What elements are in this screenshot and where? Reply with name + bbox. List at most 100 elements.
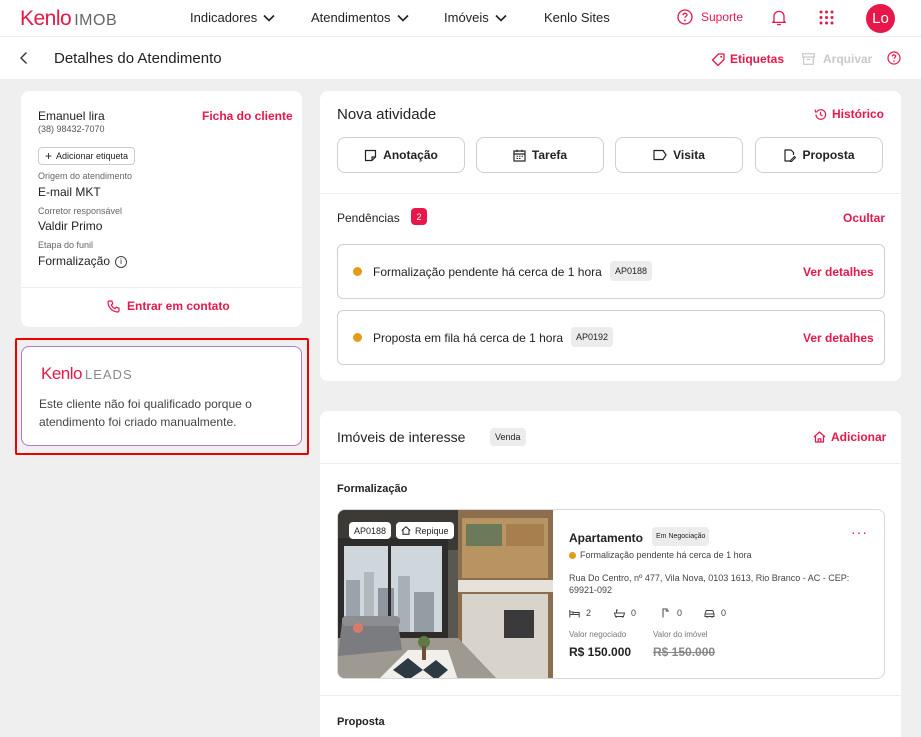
chevron-down-icon bbox=[396, 14, 409, 22]
archive-button[interactable]: Arquivar bbox=[802, 52, 872, 66]
note-icon bbox=[365, 149, 377, 161]
negotiated-value-label: Valor negociado bbox=[569, 630, 627, 639]
note-button[interactable]: Anotação bbox=[337, 137, 465, 173]
contact-button[interactable]: Entrar em contato bbox=[107, 299, 230, 313]
top-bar: Kenlo IMOB Indicadores Atendimentos Imóv… bbox=[0, 0, 921, 36]
property-type: Apartamento bbox=[569, 531, 644, 545]
history-icon bbox=[814, 108, 827, 120]
document-edit-icon bbox=[784, 148, 797, 162]
pendency-item: Formalização pendente há cerca de 1 hora… bbox=[337, 244, 885, 299]
add-label: Adicionar bbox=[831, 430, 887, 444]
apps-grid-icon[interactable] bbox=[819, 10, 834, 25]
stage-row: Formalização i bbox=[38, 254, 128, 268]
plus-icon: + bbox=[45, 149, 53, 163]
nav-indicadores[interactable]: Indicadores bbox=[190, 10, 276, 25]
home-icon bbox=[813, 431, 826, 443]
support-link[interactable]: Suporte bbox=[677, 9, 743, 25]
warning-dot-icon bbox=[353, 333, 362, 342]
formalization-section-label: Formalização bbox=[337, 483, 408, 495]
visit-label: Visita bbox=[673, 148, 705, 162]
logo-brand: Kenlo bbox=[20, 7, 72, 30]
divider bbox=[320, 193, 901, 194]
parking-count: 0 bbox=[721, 608, 727, 618]
nav-kenlo-sites-label: Kenlo Sites bbox=[544, 10, 610, 25]
home-icon bbox=[401, 526, 411, 535]
hide-pendencies-link[interactable]: Ocultar bbox=[843, 211, 885, 225]
leads-message: Este cliente não foi qualificado porque … bbox=[39, 397, 252, 429]
property-card[interactable]: AP0188 Repique Apartamento Em Negociação… bbox=[337, 509, 885, 679]
note-label: Anotação bbox=[383, 148, 438, 162]
bell-icon[interactable] bbox=[771, 9, 787, 26]
nav-atendimentos[interactable]: Atendimentos bbox=[311, 10, 410, 25]
back-arrow-icon[interactable] bbox=[19, 51, 29, 65]
broker-value: Valdir Primo bbox=[38, 219, 103, 233]
property-status: Formalização pendente há cerca de 1 hora bbox=[569, 550, 752, 560]
nav-kenlo-sites[interactable]: Kenlo Sites bbox=[544, 10, 610, 25]
contact-label: Entrar em contato bbox=[127, 299, 230, 313]
origin-value: E-mail MKT bbox=[38, 185, 101, 199]
warning-dot-icon bbox=[569, 551, 576, 559]
archive-icon bbox=[802, 53, 815, 65]
suites-count: 0 bbox=[677, 608, 683, 618]
divider bbox=[320, 695, 901, 696]
tags-button[interactable]: Etiquetas bbox=[712, 52, 784, 66]
nav-atendimentos-label: Atendimentos bbox=[311, 10, 391, 25]
client-sheet-link[interactable]: Ficha do cliente bbox=[202, 109, 293, 123]
nav-imoveis[interactable]: Imóveis bbox=[444, 10, 508, 25]
property-address: Rua Do Centro, nº 477, Vila Nova, 0103 1… bbox=[569, 573, 850, 595]
repique-label: Repique bbox=[415, 525, 449, 536]
warning-dot-icon bbox=[353, 267, 362, 276]
property-code-badge: AP0188 bbox=[610, 261, 653, 281]
stage-label: Etapa do funil bbox=[38, 240, 94, 250]
client-name: Emanuel lira bbox=[38, 109, 105, 123]
divider bbox=[320, 463, 901, 464]
kenlo-leads-logo: Kenlo LEADS bbox=[41, 364, 133, 384]
support-label: Suporte bbox=[701, 10, 744, 24]
visit-button[interactable]: Visita bbox=[615, 137, 743, 173]
leads-product: LEADS bbox=[84, 367, 133, 382]
kenlo-leads-card: Kenlo LEADS Este cliente não foi qualifi… bbox=[21, 346, 302, 446]
suites-feature: 0 bbox=[661, 608, 682, 618]
property-photo[interactable]: AP0188 Repique bbox=[338, 510, 553, 678]
repique-badge: Repique bbox=[396, 522, 454, 539]
tag-icon bbox=[712, 52, 725, 66]
history-label: Histórico bbox=[832, 107, 885, 121]
proposal-label: Proposta bbox=[802, 148, 855, 162]
pendency-text: Formalização pendente há cerca de 1 hora bbox=[373, 265, 602, 279]
chevron-down-icon bbox=[263, 14, 275, 22]
nav-imoveis-label: Imóveis bbox=[444, 10, 489, 25]
divider bbox=[21, 287, 302, 288]
history-link[interactable]: Histórico bbox=[814, 107, 884, 121]
page-title: Detalhes do Atendimento bbox=[54, 50, 222, 67]
archive-label: Arquivar bbox=[823, 52, 873, 66]
nav-indicadores-label: Indicadores bbox=[190, 10, 258, 25]
tags-label: Etiquetas bbox=[730, 52, 785, 66]
proposal-button[interactable]: Proposta bbox=[755, 137, 883, 173]
broker-label: Corretor responsável bbox=[38, 206, 123, 216]
add-tag-label: Adicionar etiqueta bbox=[56, 151, 129, 161]
see-details-link[interactable]: Ver detalhes bbox=[803, 331, 874, 345]
task-button[interactable]: Tarefa bbox=[476, 137, 604, 173]
property-status-text: Formalização pendente há cerca de 1 hora bbox=[580, 550, 752, 560]
parking-feature: 0 bbox=[704, 608, 726, 618]
user-avatar[interactable]: Lo bbox=[866, 4, 895, 33]
leads-brand: Kenlo bbox=[41, 364, 82, 383]
kenlo-imob-logo[interactable]: Kenlo IMOB bbox=[20, 7, 117, 31]
add-tag-button[interactable]: + Adicionar etiqueta bbox=[38, 147, 136, 165]
car-icon bbox=[704, 609, 715, 618]
logo-product: IMOB bbox=[74, 12, 118, 29]
see-details-link[interactable]: Ver detalhes bbox=[803, 265, 874, 279]
tag-icon bbox=[653, 149, 667, 161]
calendar-icon bbox=[513, 149, 526, 162]
pendencies-count-badge: 2 bbox=[411, 208, 427, 225]
add-property-button[interactable]: Adicionar bbox=[813, 430, 886, 444]
negotiation-status-badge: Em Negociação bbox=[652, 527, 710, 546]
page-header: Detalhes do Atendimento Etiquetas Arquiv… bbox=[0, 36, 921, 79]
help-circle-icon[interactable] bbox=[887, 51, 901, 65]
bedrooms-count: 2 bbox=[586, 608, 592, 618]
proposal-section-label: Proposta bbox=[337, 716, 385, 728]
info-icon[interactable]: i bbox=[115, 255, 128, 268]
property-value: R$ 150.000 bbox=[653, 645, 716, 659]
more-options-icon[interactable]: ··· bbox=[851, 524, 868, 540]
bathtub-icon bbox=[614, 609, 625, 618]
